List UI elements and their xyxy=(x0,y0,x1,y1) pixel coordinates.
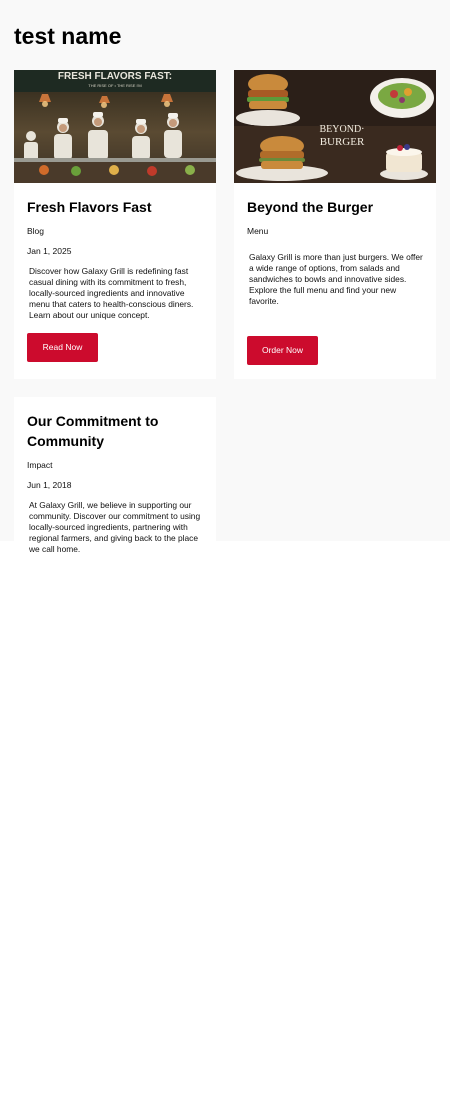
card-description: Discover how Galaxy Grill is redefining … xyxy=(29,266,194,320)
image-text-line1: BEYOND· xyxy=(320,124,365,135)
card-commitment-community: Our Commitment to Community Impact Jun 1… xyxy=(14,397,216,579)
read-now-button[interactable]: Read Now xyxy=(27,333,98,362)
card-image-burger: BEYOND· BURGER xyxy=(234,70,436,183)
image-sign-subtext: THE RISE OF • THE RISE I'M xyxy=(88,83,141,88)
image-sign-text: FRESH FLAVORS FAST: xyxy=(58,71,172,82)
card-grid: FRESH FLAVORS FAST: THE RISE OF • THE RI… xyxy=(14,70,436,579)
order-now-button[interactable]: Order Now xyxy=(247,336,318,365)
card-title: Beyond the Burger xyxy=(247,199,374,215)
image-text-line2: BURGER xyxy=(320,136,365,148)
card-category: Blog xyxy=(27,226,45,236)
card-description: Galaxy Grill is more than just burgers. … xyxy=(249,252,423,306)
page-title: test name xyxy=(14,23,122,49)
card-image-kitchen: FRESH FLAVORS FAST: THE RISE OF • THE RI… xyxy=(14,70,216,183)
card-date: Jan 1, 2025 xyxy=(27,246,72,256)
card-title: Our Commitment to Community xyxy=(27,413,159,449)
card-category: Impact xyxy=(27,460,53,470)
card-beyond-burger: BEYOND· BURGER Beyond the Burger Menu Ga… xyxy=(234,70,436,379)
card-date: Jun 1, 2018 xyxy=(27,480,72,490)
card-body: Our Commitment to Community Impact Jun 1… xyxy=(14,397,216,579)
card-title: Fresh Flavors Fast xyxy=(27,199,152,215)
card-body: Fresh Flavors Fast Blog Jan 1, 2025 Disc… xyxy=(14,183,216,376)
card-body: Beyond the Burger Menu Galaxy Grill is m… xyxy=(234,183,436,379)
card-description: At Galaxy Grill, we believe in supportin… xyxy=(29,500,201,554)
page-container: test name FRESH FLAVORS FAST: THE RISE O… xyxy=(0,0,450,579)
card-fresh-flavors: FRESH FLAVORS FAST: THE RISE OF • THE RI… xyxy=(14,70,216,379)
card-category: Menu xyxy=(247,226,269,236)
